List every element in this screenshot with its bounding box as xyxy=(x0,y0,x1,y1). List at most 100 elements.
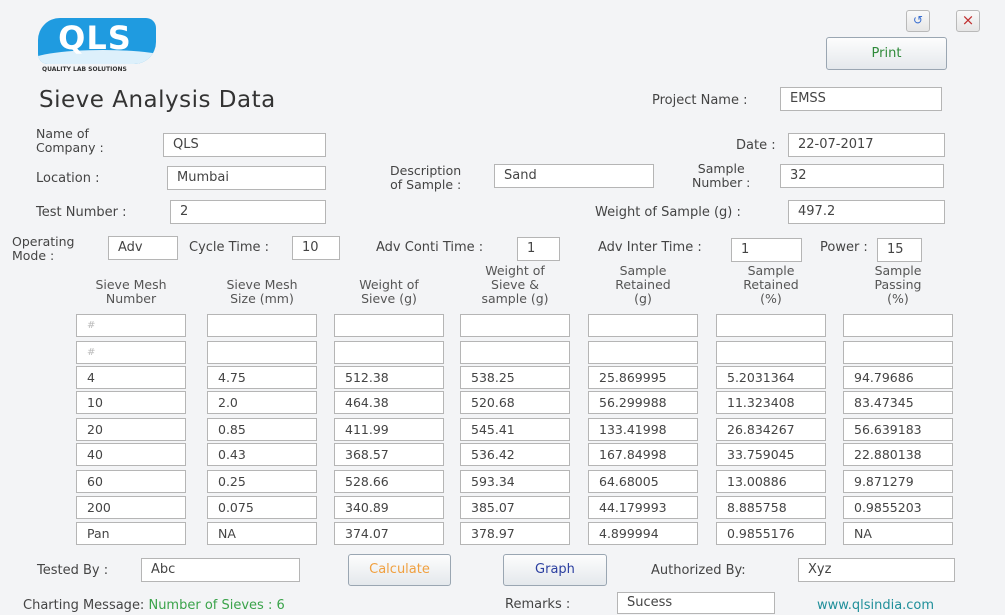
cell-sample-passing-pct[interactable]: 9.871279 xyxy=(843,470,953,493)
sample-number-field[interactable]: 32 xyxy=(780,164,944,188)
website-link[interactable]: www.qlsindia.com xyxy=(817,598,934,613)
cell-weight-of-sieve-and-sample[interactable]: 545.41 xyxy=(460,418,570,441)
header-line: Retained xyxy=(743,277,799,292)
empty-cell-sample-retained-g[interactable] xyxy=(588,341,698,364)
cell-sample-passing-pct[interactable]: 56.639183 xyxy=(843,418,953,441)
cell-weight-of-sieve[interactable]: 340.89 xyxy=(334,496,444,519)
header-line: Sample xyxy=(874,263,922,278)
cell-weight-of-sieve-and-sample[interactable]: 520.68 xyxy=(460,391,570,414)
adv-inter-time-field[interactable]: 1 xyxy=(731,238,802,262)
logo-text: QLS xyxy=(58,19,132,57)
empty-cell-weight-of-sieve-and-sample[interactable] xyxy=(460,314,570,337)
empty-cell-sample-retained-g[interactable] xyxy=(588,314,698,337)
weight-of-sample-field[interactable]: 497.2 xyxy=(788,200,945,224)
empty-cell-weight-of-sieve[interactable] xyxy=(334,341,444,364)
cell-weight-of-sieve-and-sample[interactable]: 378.97 xyxy=(460,522,570,545)
cell-sample-passing-pct[interactable]: 22.880138 xyxy=(843,443,953,466)
graph-button[interactable]: Graph xyxy=(503,554,607,586)
description-label-line2: of Sample : xyxy=(390,177,462,192)
header-sample-retained-pct: Sample Retained (%) xyxy=(716,264,826,306)
cell-sample-retained-g[interactable]: 64.68005 xyxy=(588,470,698,493)
cell-weight-of-sieve[interactable]: 374.07 xyxy=(334,522,444,545)
sample-number-label-line2: Number : xyxy=(692,175,751,190)
description-field[interactable]: Sand xyxy=(494,164,654,188)
power-field[interactable]: 15 xyxy=(877,238,922,262)
cell-sieve-mesh-number[interactable]: Pan xyxy=(76,522,186,545)
cell-sieve-mesh-number[interactable]: 60 xyxy=(76,470,186,493)
cell-weight-of-sieve[interactable]: 464.38 xyxy=(334,391,444,414)
cell-weight-of-sieve[interactable]: 368.57 xyxy=(334,443,444,466)
cell-weight-of-sieve[interactable]: 528.66 xyxy=(334,470,444,493)
empty-cell-sample-retained-pct[interactable] xyxy=(716,314,826,337)
cell-sample-retained-pct[interactable]: 8.885758 xyxy=(716,496,826,519)
empty-cell-sieve-mesh-size[interactable] xyxy=(207,341,317,364)
empty-cell-sieve-mesh-number[interactable]: # xyxy=(76,314,186,337)
empty-cell-sample-retained-pct[interactable] xyxy=(716,341,826,364)
empty-cell-sieve-mesh-number[interactable]: # xyxy=(76,341,186,364)
cell-sample-retained-pct[interactable]: 26.834267 xyxy=(716,418,826,441)
remarks-field[interactable]: Sucess xyxy=(617,592,775,614)
print-button[interactable]: Print xyxy=(826,37,947,70)
cell-sieve-mesh-size[interactable]: 0.25 xyxy=(207,470,317,493)
header-line: Number xyxy=(105,291,157,306)
cell-weight-of-sieve[interactable]: 411.99 xyxy=(334,418,444,441)
cell-sample-passing-pct[interactable]: 0.9855203 xyxy=(843,496,953,519)
cell-sample-retained-pct[interactable]: 33.759045 xyxy=(716,443,826,466)
tested-by-field[interactable]: Abc xyxy=(141,558,300,582)
cell-sieve-mesh-size[interactable]: NA xyxy=(207,522,317,545)
location-field[interactable]: Mumbai xyxy=(167,166,326,190)
company-field[interactable]: QLS xyxy=(163,133,326,157)
cell-sample-retained-pct[interactable]: 0.9855176 xyxy=(716,522,826,545)
operating-mode-label-line1: Operating xyxy=(12,234,75,249)
cell-sample-retained-pct[interactable]: 13.00886 xyxy=(716,470,826,493)
empty-cell-sieve-mesh-size[interactable] xyxy=(207,314,317,337)
cell-sample-retained-pct[interactable]: 5.2031364 xyxy=(716,366,826,389)
cell-sample-retained-g[interactable]: 4.899994 xyxy=(588,522,698,545)
adv-conti-time-field[interactable]: 1 xyxy=(517,237,560,261)
cell-sample-retained-g[interactable]: 44.179993 xyxy=(588,496,698,519)
cell-sample-passing-pct[interactable]: NA xyxy=(843,522,953,545)
empty-cell-sample-passing-pct[interactable] xyxy=(843,314,953,337)
cell-weight-of-sieve-and-sample[interactable]: 385.07 xyxy=(460,496,570,519)
project-name-field[interactable]: EMSS xyxy=(780,87,942,111)
calculate-button[interactable]: Calculate xyxy=(348,554,451,586)
test-number-field[interactable]: 2 xyxy=(170,200,326,224)
cell-sieve-mesh-number[interactable]: 4 xyxy=(76,366,186,389)
date-field[interactable]: 22-07-2017 xyxy=(788,133,945,157)
cell-sample-passing-pct[interactable]: 83.47345 xyxy=(843,391,953,414)
cell-sample-retained-g[interactable]: 56.299988 xyxy=(588,391,698,414)
cycle-time-field[interactable]: 10 xyxy=(292,236,340,260)
close-icon[interactable]: × xyxy=(956,10,980,32)
cell-sieve-mesh-size[interactable]: 0.075 xyxy=(207,496,317,519)
operating-mode-field[interactable]: Adv xyxy=(108,236,178,260)
cell-weight-of-sieve-and-sample[interactable]: 538.25 xyxy=(460,366,570,389)
empty-cell-weight-of-sieve[interactable] xyxy=(334,314,444,337)
cell-sieve-mesh-number[interactable]: 40 xyxy=(76,443,186,466)
empty-cell-sample-passing-pct[interactable] xyxy=(843,341,953,364)
cell-sample-retained-g[interactable]: 133.41998 xyxy=(588,418,698,441)
header-line: Retained xyxy=(615,277,671,292)
cell-sieve-mesh-number[interactable]: 20 xyxy=(76,418,186,441)
cell-sieve-mesh-number[interactable]: 200 xyxy=(76,496,186,519)
header-sample-retained-g: Sample Retained (g) xyxy=(588,264,698,306)
header-line: Size (mm) xyxy=(230,291,294,306)
header-line: Weight of xyxy=(359,277,419,292)
cell-sample-retained-g[interactable]: 167.84998 xyxy=(588,443,698,466)
cell-weight-of-sieve-and-sample[interactable]: 536.42 xyxy=(460,443,570,466)
restore-icon[interactable]: ↺ xyxy=(906,10,930,32)
cell-sieve-mesh-size[interactable]: 0.43 xyxy=(207,443,317,466)
cell-sieve-mesh-size[interactable]: 4.75 xyxy=(207,366,317,389)
cell-weight-of-sieve[interactable]: 512.38 xyxy=(334,366,444,389)
cell-sieve-mesh-number[interactable]: 10 xyxy=(76,391,186,414)
cell-sample-retained-pct[interactable]: 11.323408 xyxy=(716,391,826,414)
cell-sieve-mesh-size[interactable]: 0.85 xyxy=(207,418,317,441)
empty-cell-weight-of-sieve-and-sample[interactable] xyxy=(460,341,570,364)
header-line: (%) xyxy=(887,291,909,306)
cell-weight-of-sieve-and-sample[interactable]: 593.34 xyxy=(460,470,570,493)
cell-sample-passing-pct[interactable]: 94.79686 xyxy=(843,366,953,389)
logo-subtitle: QUALITY LAB SOLUTIONS xyxy=(42,66,127,73)
cell-sample-retained-g[interactable]: 25.869995 xyxy=(588,366,698,389)
authorized-by-field[interactable]: Xyz xyxy=(798,558,955,582)
cell-sieve-mesh-size[interactable]: 2.0 xyxy=(207,391,317,414)
sample-number-label: Sample Number : xyxy=(692,162,750,190)
